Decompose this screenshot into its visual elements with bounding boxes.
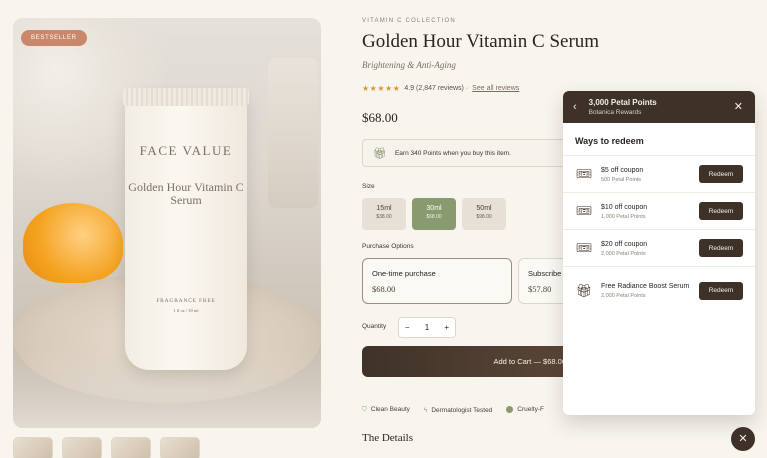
badge-label: Clean Beauty bbox=[370, 406, 410, 413]
product-price: $68.00 bbox=[362, 110, 398, 125]
redeem-button[interactable]: Redeem bbox=[699, 239, 743, 257]
cruelty-free-badge: Cruelty-F bbox=[506, 406, 545, 414]
add-to-cart-button[interactable]: Add to Cart — $68.00 bbox=[362, 346, 572, 377]
coupon-icon: 🎟︎ bbox=[575, 166, 593, 181]
bottle-background bbox=[268, 58, 318, 208]
tube-brand: FACE VALUE bbox=[139, 143, 233, 158]
product-image: FACE VALUE Golden Hour Vitamin C Serum F… bbox=[13, 18, 321, 428]
earn-points-banner: 🎁︎ Earn 340 Points when you buy this ite… bbox=[362, 139, 592, 167]
redeem-button[interactable]: Redeem bbox=[699, 281, 743, 300]
reward-name: $10 off coupon bbox=[601, 203, 648, 211]
size-price: $38.00 bbox=[376, 214, 392, 220]
redeem-button[interactable]: Redeem bbox=[699, 202, 743, 220]
coupon-icon: 🎟︎ bbox=[575, 240, 593, 255]
size-option-30ml[interactable]: 30ml $68.00 bbox=[412, 198, 456, 230]
collection-label: VITAMIN C COLLECTION bbox=[362, 18, 456, 24]
gift-icon: 🎁︎ bbox=[575, 282, 593, 298]
sparkle-icon: ϟ bbox=[423, 406, 428, 414]
option-price: $68.00 bbox=[372, 284, 396, 294]
quantity-label: Quantity bbox=[362, 323, 387, 330]
size-name: 50ml bbox=[476, 205, 492, 212]
gift-icon: 🎁︎ bbox=[373, 147, 387, 160]
close-icon: ✕ bbox=[738, 433, 748, 445]
increment-button[interactable]: + bbox=[444, 323, 449, 332]
bestseller-badge: BESTSELLER bbox=[21, 30, 87, 46]
product-title: Golden Hour Vitamin C Serum bbox=[362, 31, 600, 52]
leaf-icon bbox=[506, 406, 514, 414]
thumbnail[interactable] bbox=[62, 437, 102, 458]
size-option-15ml[interactable]: 15ml $38.00 bbox=[362, 198, 406, 230]
size-price: $98.00 bbox=[476, 214, 492, 220]
reward-name: $20 off coupon bbox=[601, 240, 648, 248]
purchase-options-label: Purchase Options bbox=[362, 243, 414, 250]
reward-name: Free Radiance Boost Serum bbox=[601, 283, 690, 290]
points-balance: 3,000 Petal Points bbox=[588, 98, 657, 107]
ways-to-redeem-heading: Ways to redeem bbox=[575, 136, 644, 146]
quantity-value: 1 bbox=[424, 323, 430, 332]
dermatologist-badge: ϟ Dermatologist Tested bbox=[424, 407, 492, 414]
badge-label: Dermatologist Tested bbox=[431, 406, 493, 414]
reward-item: 🎟︎ $20 off coupon 2,000 Petal Points Red… bbox=[563, 229, 755, 266]
thumbnail[interactable] bbox=[111, 437, 151, 458]
size-name: 30ml bbox=[426, 205, 442, 212]
reward-points: 500 Petal Points bbox=[601, 176, 642, 183]
reward-points: 2,000 Petal Points bbox=[601, 293, 646, 299]
earn-points-text: Earn 340 Points when you buy this item. bbox=[394, 149, 511, 157]
see-all-reviews-link[interactable]: See all reviews bbox=[472, 85, 519, 92]
tube-volume: 1 fl oz / 30 ml bbox=[173, 308, 199, 313]
rewards-panel: ‹ 3,000 Petal Points Botanica Rewards ✕ … bbox=[563, 91, 755, 415]
rating-text: 4.9 (2,847 reviews) · bbox=[404, 85, 469, 92]
tube-crimp bbox=[123, 88, 249, 106]
reward-item: 🎟︎ $5 off coupon 500 Petal Points Redeem bbox=[563, 155, 755, 192]
back-arrow-icon[interactable]: ‹ bbox=[573, 101, 577, 113]
reward-points: 1,000 Petal Points bbox=[601, 213, 646, 220]
reward-points: 2,000 Petal Points bbox=[601, 250, 646, 257]
thumbnail[interactable] bbox=[160, 437, 200, 458]
tube-note: FRAGRANCE FREE bbox=[156, 298, 216, 304]
details-heading: The Details bbox=[362, 432, 414, 444]
tube-product-name: Golden Hour Vitamin C Serum bbox=[128, 180, 244, 207]
orange-slice bbox=[23, 203, 123, 283]
clean-beauty-badge: ⛉ Clean Beauty bbox=[362, 406, 410, 414]
thumbnail[interactable] bbox=[13, 437, 53, 458]
redeem-button[interactable]: Redeem bbox=[699, 165, 743, 183]
badge-label: Cruelty-F bbox=[517, 406, 545, 414]
close-icon[interactable]: ✕ bbox=[734, 100, 743, 113]
product-subtitle: Brightening & Anti-Aging bbox=[362, 60, 456, 70]
size-option-50ml[interactable]: 50ml $98.00 bbox=[462, 198, 506, 230]
close-rewards-fab[interactable]: ✕ bbox=[731, 427, 755, 451]
decrement-button[interactable]: − bbox=[405, 323, 410, 332]
thumbnail-strip bbox=[13, 437, 200, 458]
reward-item: 🎟︎ $10 off coupon 1,000 Petal Points Red… bbox=[563, 192, 755, 229]
size-selector: 15ml $38.00 30ml $68.00 50ml $98.00 bbox=[362, 198, 506, 230]
reward-name: $5 off coupon bbox=[601, 166, 644, 174]
rewards-header: ‹ 3,000 Petal Points Botanica Rewards ✕ bbox=[563, 91, 755, 123]
size-name: 15ml bbox=[376, 205, 392, 212]
trust-badges: ⛉ Clean Beauty ϟ Dermatologist Tested Crue… bbox=[362, 406, 544, 414]
program-name: Botanica Rewards bbox=[588, 109, 642, 116]
shield-icon: ⛉ bbox=[362, 406, 367, 413]
size-label: Size bbox=[362, 183, 375, 190]
reward-item: 🎁︎ Free Radiance Boost Serum 2,000 Petal… bbox=[563, 266, 755, 314]
option-label: One-time purchase bbox=[372, 269, 436, 278]
coupon-icon: 🎟︎ bbox=[575, 203, 593, 218]
quantity-stepper: − 1 + bbox=[398, 317, 456, 338]
star-rating-icon: ★★★★★ bbox=[362, 84, 401, 93]
one-time-purchase-option[interactable]: One-time purchase $68.00 bbox=[362, 258, 512, 304]
rating-row: ★★★★★ 4.9 (2,847 reviews) · See all revi… bbox=[362, 84, 519, 93]
serum-tube bbox=[125, 90, 247, 370]
size-price: $68.00 bbox=[426, 214, 442, 220]
